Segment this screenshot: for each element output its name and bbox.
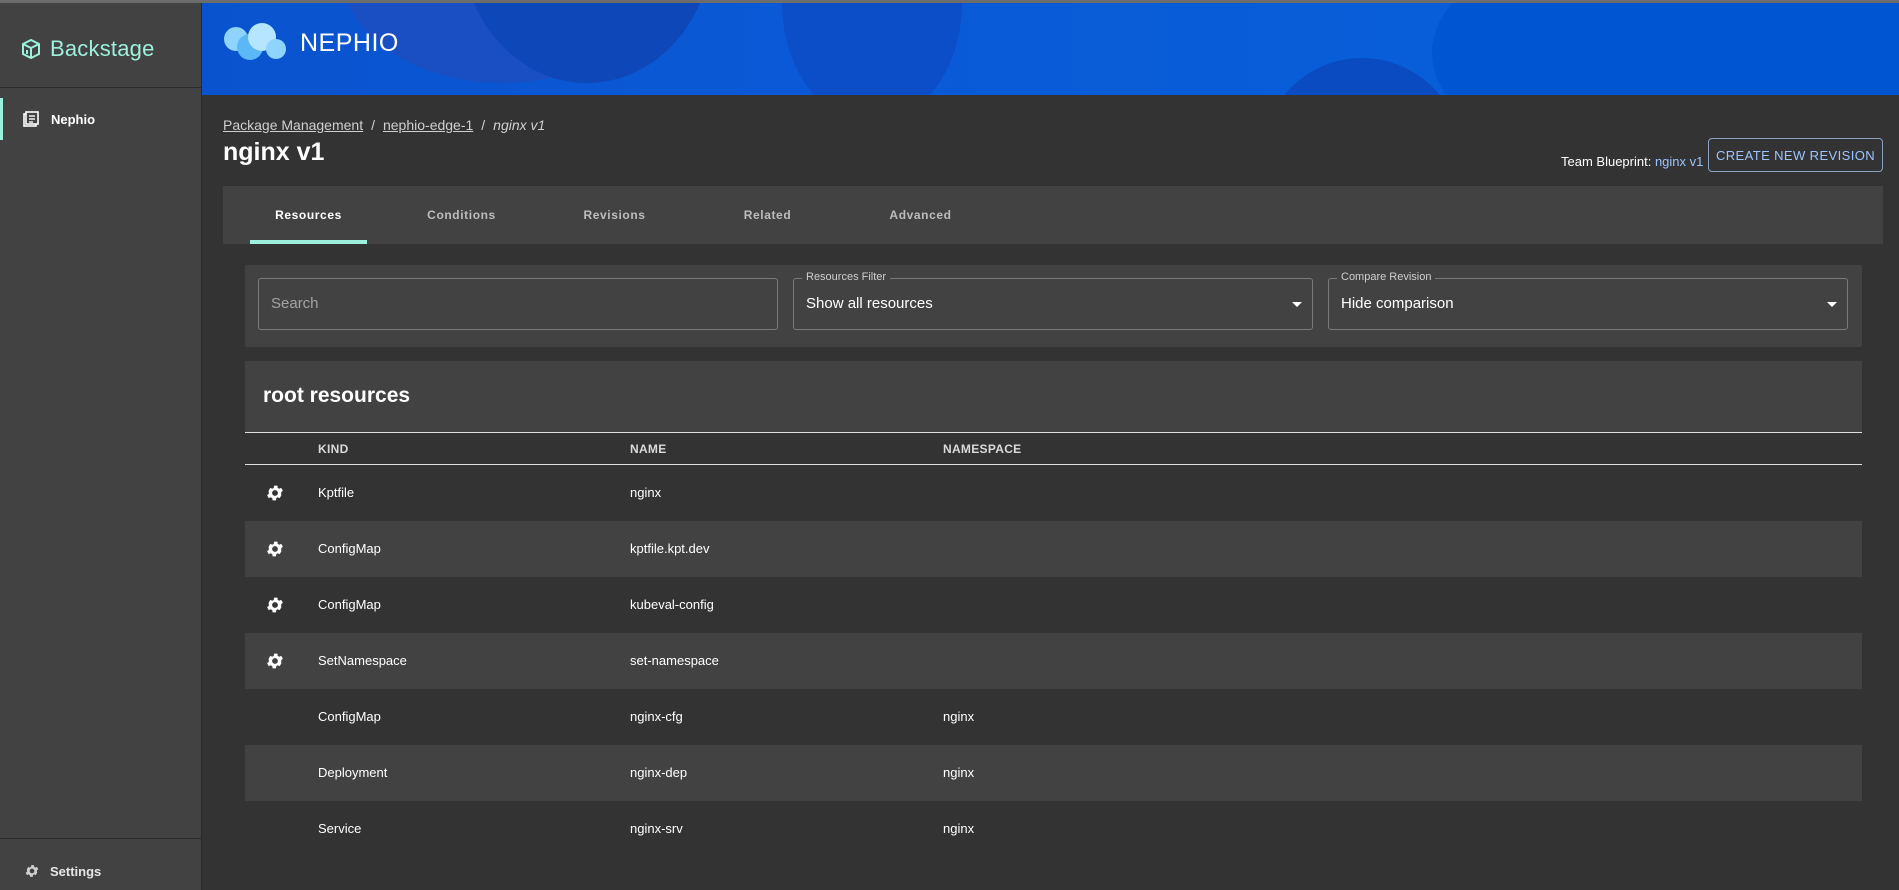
table-row[interactable]: Service nginx-srv nginx [245, 801, 1862, 857]
cell-kind: ConfigMap [318, 541, 381, 556]
tab-label: Advanced [889, 208, 952, 222]
breadcrumb-separator: / [371, 117, 375, 133]
compare-revision-label: Compare Revision [1337, 271, 1436, 283]
column-header-namespace[interactable]: NAMESPACE [943, 442, 1022, 456]
search-placeholder: Search [271, 295, 319, 312]
backstage-logo[interactable]: Backstage [20, 31, 155, 67]
tab-label: Related [743, 208, 792, 222]
sidebar: Backstage Nephio Settings [0, 3, 202, 890]
header-banner: NEPHIO [202, 3, 1899, 95]
filter-card: Search Resources Filter Show all resourc… [245, 265, 1862, 347]
cell-name: kptfile.kpt.dev [630, 541, 710, 556]
gear-icon [267, 653, 283, 669]
compare-revision-value: Hide comparison [1341, 295, 1454, 312]
gear-icon [267, 485, 283, 501]
table-row[interactable]: ConfigMap kptfile.kpt.dev [245, 521, 1862, 577]
team-blueprint-link[interactable]: nginx v1 [1655, 154, 1703, 169]
table-row[interactable]: ConfigMap kubeval-config [245, 577, 1862, 633]
tab-label: Revisions [583, 208, 646, 222]
tab-label: Resources [275, 208, 342, 222]
banner-decor [1432, 3, 1899, 95]
breadcrumb-link[interactable]: nephio-edge-1 [383, 117, 473, 133]
tab-advanced[interactable]: Advanced [862, 186, 979, 244]
team-blueprint-label: Team Blueprint: [1561, 154, 1652, 169]
gear-icon [267, 597, 283, 613]
column-header-name[interactable]: NAME [630, 442, 667, 456]
nephio-logo: NEPHIO [222, 21, 399, 65]
table-title: root resources [263, 384, 411, 407]
tab-revisions[interactable]: Revisions [556, 186, 673, 244]
cell-namespace: nginx [943, 821, 975, 836]
banner-decor [782, 3, 962, 95]
dropdown-arrow-icon [1292, 302, 1302, 307]
active-tab-indicator [250, 240, 367, 244]
breadcrumb-link[interactable]: Package Management [223, 117, 363, 133]
create-new-revision-button[interactable]: CREATE NEW REVISION [1708, 138, 1883, 172]
cell-kind: SetNamespace [318, 653, 407, 668]
cell-kind: Deployment [318, 765, 388, 780]
tab-resources[interactable]: Resources [250, 186, 367, 244]
breadcrumb-current: nginx v1 [493, 117, 546, 133]
table-row[interactable]: Kptfile nginx [245, 465, 1862, 521]
gear-icon [25, 865, 39, 877]
resources-table-card: root resources KIND NAME NAMESPACE Kptfi… [245, 361, 1862, 857]
breadcrumb: Package Management / nephio-edge-1 / ngi… [223, 117, 545, 133]
page-title: nginx v1 [223, 138, 325, 166]
table-row[interactable]: SetNamespace set-namespace [245, 633, 1862, 689]
sidebar-divider [0, 87, 201, 88]
table-header: KIND NAME NAMESPACE [245, 432, 1862, 465]
team-blueprint: Team Blueprint: nginx v1 [1561, 154, 1703, 169]
tab-related[interactable]: Related [709, 186, 826, 244]
cell-name: nginx [630, 485, 662, 500]
resources-filter-label: Resources Filter [802, 271, 891, 283]
cell-name: nginx-srv [630, 821, 683, 836]
nephio-logo-icon [224, 23, 286, 60]
resources-filter-value: Show all resources [806, 295, 933, 312]
cell-name: set-namespace [630, 653, 719, 668]
compare-revision-select[interactable]: Compare Revision Hide comparison [1328, 271, 1848, 330]
sidebar-divider [0, 838, 201, 839]
nephio-logo-text: NEPHIO [300, 28, 399, 57]
settings-label: Settings [50, 863, 102, 879]
table-row[interactable]: Deployment nginx-dep nginx [245, 745, 1862, 801]
cell-name: kubeval-config [630, 597, 714, 612]
brand-name: Backstage [50, 36, 155, 61]
resources-filter-select[interactable]: Resources Filter Show all resources [793, 271, 1313, 330]
gear-icon [267, 541, 283, 557]
table-row[interactable]: ConfigMap nginx-cfg nginx [245, 689, 1862, 745]
tab-conditions[interactable]: Conditions [403, 186, 520, 244]
sidebar-item-nephio[interactable]: Nephio [0, 98, 201, 140]
cell-name: nginx-dep [630, 765, 688, 780]
cell-kind: Service [318, 821, 362, 836]
sidebar-item-settings[interactable]: Settings [0, 853, 201, 889]
cell-kind: ConfigMap [318, 597, 381, 612]
library-books-icon [23, 111, 39, 127]
cell-name: nginx-cfg [630, 709, 683, 724]
breadcrumb-separator: / [481, 117, 486, 133]
cell-namespace: nginx [943, 709, 975, 724]
cell-namespace: nginx [943, 765, 975, 780]
cell-kind: Kptfile [318, 485, 355, 500]
dropdown-arrow-icon [1827, 302, 1837, 307]
search-input[interactable]: Search [258, 278, 778, 330]
sidebar-item-label: Nephio [51, 111, 96, 127]
tab-label: Conditions [427, 208, 496, 222]
backstage-logo-icon [22, 38, 40, 60]
tab-bar: Resources Conditions Revisions Related A… [223, 186, 1883, 244]
cell-kind: ConfigMap [318, 709, 381, 724]
column-header-kind[interactable]: KIND [318, 442, 349, 456]
